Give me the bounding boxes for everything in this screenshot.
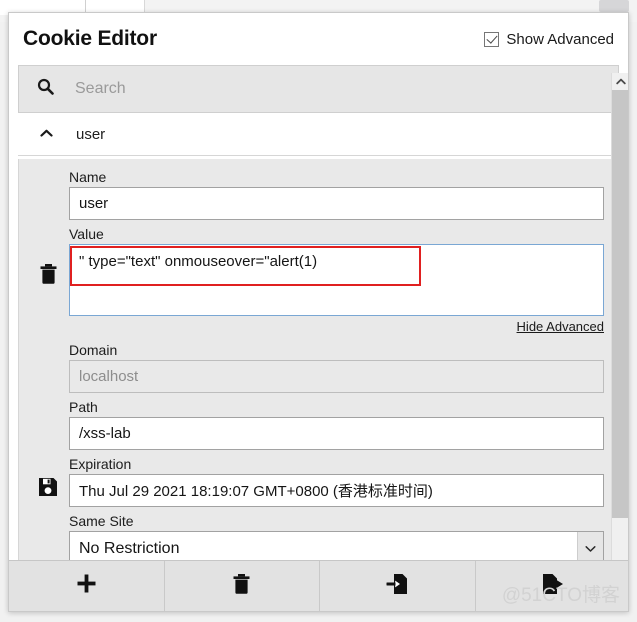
delete-cookie-button[interactable] [32, 263, 64, 290]
name-label: Name [69, 169, 107, 185]
field-path: Path [69, 399, 604, 450]
search-bar[interactable] [18, 65, 619, 113]
extension-toolbar-button[interactable] [599, 0, 629, 12]
bottom-toolbar [9, 560, 629, 611]
expiration-label: Expiration [69, 456, 132, 472]
cookie-list-item-user[interactable]: user [18, 113, 619, 156]
show-advanced-label: Show Advanced [506, 30, 614, 48]
field-value: Value Hide Advanced [69, 226, 604, 336]
same-site-label: Same Site [69, 513, 134, 529]
scroll-up-arrow-icon[interactable] [612, 73, 628, 90]
value-input[interactable] [69, 244, 604, 316]
popup-header: Cookie Editor Show Advanced [9, 13, 628, 65]
show-advanced-checkbox[interactable] [484, 31, 500, 47]
value-label: Value [69, 226, 104, 242]
search-icon [37, 78, 54, 100]
path-label: Path [69, 399, 98, 415]
show-advanced-toggle[interactable]: Show Advanced [484, 31, 614, 48]
field-name: Name [69, 169, 604, 220]
cookie-editor-popup: Cookie Editor Show Advanced user [8, 12, 629, 612]
add-cookie-button[interactable] [9, 561, 165, 611]
page-title: Cookie Editor [23, 27, 157, 50]
chevron-up-icon [40, 125, 53, 143]
import-icon [386, 573, 408, 600]
path-input[interactable] [69, 417, 604, 450]
vertical-scrollbar[interactable] [611, 73, 628, 574]
trash-icon [232, 573, 251, 600]
hide-advanced-link[interactable]: Hide Advanced [517, 319, 604, 334]
fields-container: Name Value Hide Advanced Domain [69, 169, 604, 574]
field-same-site: Same Site No Restriction [69, 513, 604, 566]
save-cookie-button[interactable] [32, 477, 64, 502]
plus-icon [76, 573, 97, 599]
export-cookies-button[interactable] [476, 561, 629, 611]
search-input[interactable] [73, 79, 473, 99]
name-input[interactable] [69, 187, 604, 220]
expiration-input[interactable] [69, 474, 604, 507]
popup-caret [577, 13, 611, 28]
field-domain: Domain [69, 342, 604, 393]
cookie-name-label: user [76, 125, 106, 143]
export-icon [542, 573, 564, 600]
domain-input [69, 360, 604, 393]
scrollbar-thumb[interactable] [612, 90, 628, 518]
import-cookies-button[interactable] [320, 561, 476, 611]
field-expiration: Expiration [69, 456, 604, 507]
domain-label: Domain [69, 342, 118, 358]
delete-all-cookies-button[interactable] [165, 561, 320, 611]
cookie-detail-form: Name Value Hide Advanced Domain [18, 159, 612, 574]
